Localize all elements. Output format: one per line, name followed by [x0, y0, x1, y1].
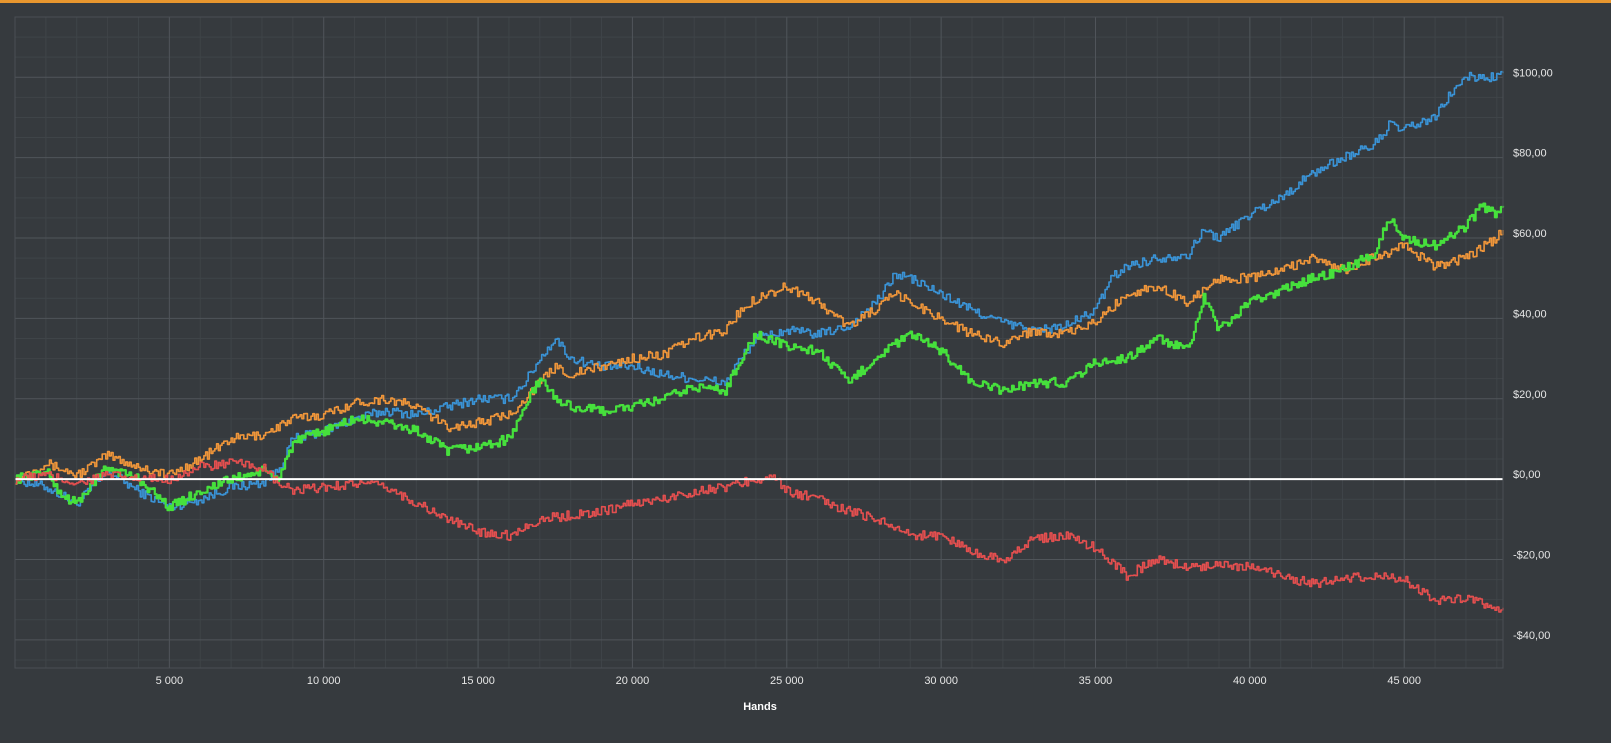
- x-tick-label: 35 000: [1079, 675, 1113, 687]
- profit-line-chart: 5 000 10 000 15 000 20 000 25 000 30 000 35 00…: [14, 16, 1553, 713]
- plot-area-background: [15, 17, 1503, 668]
- x-tick-label: 10 000: [307, 675, 341, 687]
- x-tick-label: 25 000: [770, 675, 804, 687]
- x-axis-ticks: 5 000 10 000 15 000 20 000 25 000 30 000 35 00…: [156, 675, 1421, 687]
- y-tick-label: -$20,00: [1513, 550, 1550, 562]
- x-tick-label: 20 000: [616, 675, 650, 687]
- y-tick-label: -$40,00: [1513, 630, 1550, 642]
- y-tick-label: $40,00: [1513, 308, 1547, 320]
- y-tick-label: $20,00: [1513, 389, 1547, 401]
- x-tick-label: 15 000: [461, 675, 495, 687]
- y-tick-label: $80,00: [1513, 148, 1547, 160]
- y-tick-label: $60,00: [1513, 228, 1547, 240]
- x-tick-label: 40 000: [1233, 675, 1267, 687]
- x-tick-label: 45 000: [1387, 675, 1421, 687]
- x-tick-label: 5 000: [156, 675, 184, 687]
- x-axis-title: Hands: [743, 701, 777, 713]
- y-tick-label: $0,00: [1513, 469, 1541, 481]
- y-tick-label: $100,00: [1513, 67, 1553, 79]
- y-axis-ticks: $100,00 $80,00 $60,00 $40,00 $20,00 $0,00 -$20…: [1513, 67, 1553, 642]
- x-tick-label: 30 000: [924, 675, 958, 687]
